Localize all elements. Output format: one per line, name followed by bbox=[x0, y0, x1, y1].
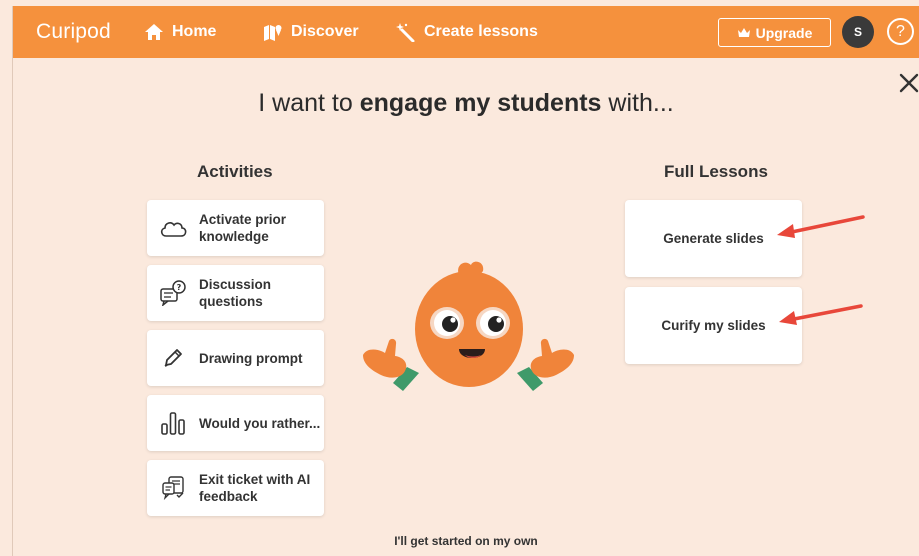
activity-card-would-you-rather[interactable]: Would you rather... bbox=[147, 395, 324, 451]
activity-label: Discussion questions bbox=[199, 277, 272, 309]
full-lessons-heading: Full Lessons bbox=[664, 162, 768, 181]
pencil-icon bbox=[159, 344, 187, 372]
annotation-arrow-curify bbox=[779, 304, 863, 325]
curipod-mascot bbox=[363, 261, 574, 391]
activity-label: Exit ticket with AI feedback bbox=[199, 472, 311, 504]
nav-discover-label: Discover bbox=[291, 23, 359, 40]
lesson-label: Curify my slides bbox=[661, 318, 766, 333]
bar-chart-icon bbox=[159, 409, 187, 437]
cloud-icon bbox=[159, 214, 187, 242]
headline-suffix: with... bbox=[601, 89, 674, 117]
chat-question-icon: ? bbox=[159, 279, 187, 307]
nav-create-lessons[interactable]: Create lessons bbox=[396, 22, 538, 42]
app-frame: Curipod Home Discover Create lessons Upg… bbox=[12, 6, 919, 556]
activity-card-activate-prior-knowledge[interactable]: Activate prior knowledge bbox=[147, 200, 324, 256]
nav-create-label: Create lessons bbox=[424, 23, 538, 40]
home-icon bbox=[144, 22, 164, 42]
map-icon bbox=[263, 22, 283, 42]
activity-label: Activate prior knowledge bbox=[199, 212, 287, 244]
nav-home[interactable]: Home bbox=[144, 22, 216, 42]
nav-discover[interactable]: Discover bbox=[263, 22, 359, 42]
annotation-arrow-generate bbox=[777, 215, 865, 238]
headline-emphasis: engage my students bbox=[359, 89, 602, 117]
activity-label: Drawing prompt bbox=[199, 350, 303, 366]
activity-card-drawing-prompt[interactable]: Drawing prompt bbox=[147, 330, 324, 386]
activity-card-exit-ticket[interactable]: Exit ticket with AI feedback bbox=[147, 460, 324, 516]
upgrade-label: Upgrade bbox=[755, 24, 813, 41]
help-icon[interactable]: ? bbox=[887, 18, 914, 45]
start-on-own-link[interactable]: I'll get started on my own bbox=[13, 534, 919, 548]
activities-heading: Activities bbox=[197, 162, 273, 181]
activity-label: Would you rather... bbox=[199, 415, 321, 431]
nav-home-label: Home bbox=[172, 23, 217, 40]
svg-text:?: ? bbox=[177, 283, 182, 292]
page-headline: I want to engage my students with... bbox=[13, 89, 919, 118]
lesson-label: Generate slides bbox=[663, 231, 764, 246]
crown-icon bbox=[737, 28, 750, 37]
activity-card-discussion-questions[interactable]: ? Discussion questions bbox=[147, 265, 324, 321]
user-avatar[interactable]: S bbox=[842, 16, 874, 48]
upgrade-button[interactable]: Upgrade bbox=[718, 18, 831, 47]
curipod-logo[interactable]: Curipod bbox=[36, 20, 111, 44]
top-navbar: Curipod Home Discover Create lessons Upg… bbox=[13, 6, 919, 58]
magic-wand-icon bbox=[396, 22, 416, 42]
exit-ticket-icon bbox=[159, 474, 187, 502]
headline-prefix: I want to bbox=[258, 89, 360, 117]
